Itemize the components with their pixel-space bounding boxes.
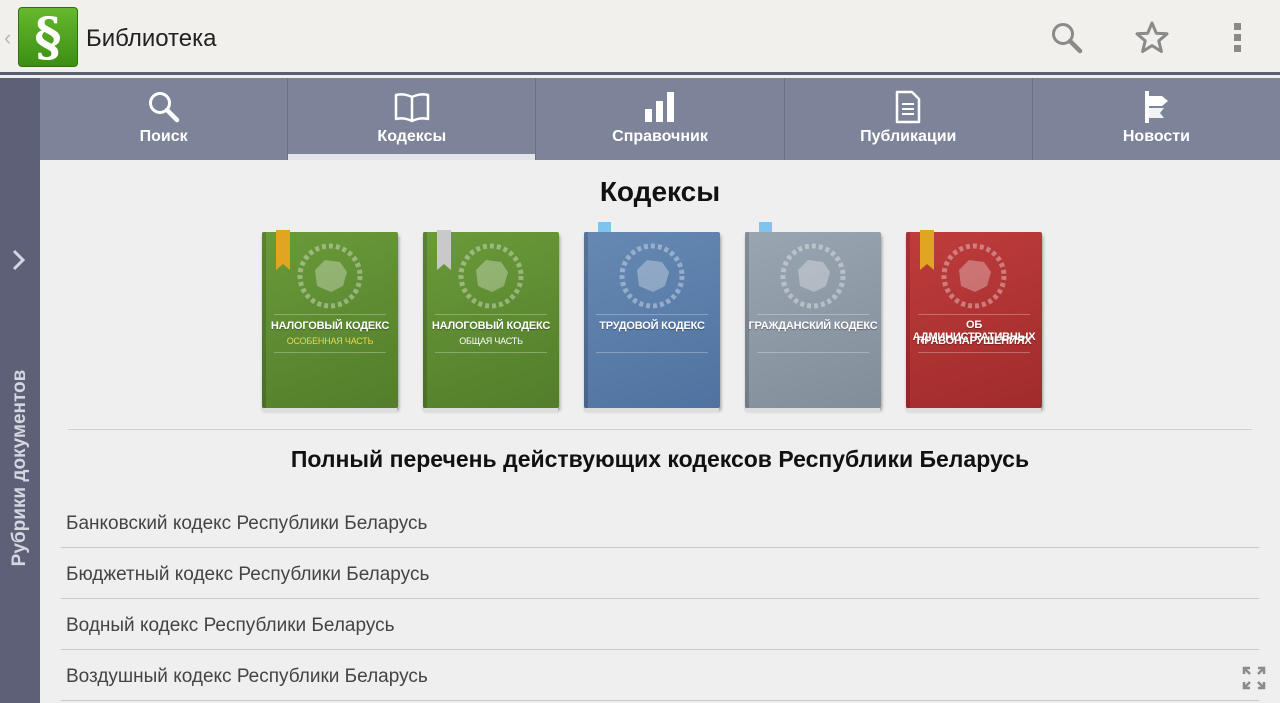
tab-reference[interactable]: Справочник (536, 78, 785, 160)
book-icon (394, 93, 430, 123)
tab-search[interactable]: Поиск (40, 78, 289, 160)
list-item[interactable]: Водный кодекс Республики Беларусь (61, 599, 1259, 650)
book-tax-special[interactable]: НАЛОГОВЫЙ КОДЕКС ОСОБЕННАЯ ЧАСТЬ (262, 230, 398, 412)
app-title: Библиотека (86, 25, 217, 52)
section-title: Кодексы (599, 176, 721, 207)
belarus-emblem-icon (297, 243, 363, 309)
tab-news[interactable]: Новости (1033, 78, 1280, 160)
book-title: ГРАЖДАНСКИЙ КОДЕКС (748, 320, 878, 332)
star-icon (1135, 21, 1169, 53)
side-panel-toggle[interactable]: Рубрики документов (0, 78, 40, 703)
codes-list-title: Полный перечень действующих кодексов Рес… (290, 446, 1030, 472)
search-icon (148, 92, 179, 123)
gold-ribbon-icon (276, 230, 290, 270)
silver-ribbon-icon (437, 230, 451, 270)
gold-ribbon-icon (920, 230, 934, 270)
blue-flag-icon (598, 222, 611, 232)
tab-label: Публикации (860, 128, 957, 145)
list-item[interactable]: Воздушный кодекс Республики Беларусь (61, 650, 1259, 701)
book-title: НАЛОГОВЫЙ КОДЕКС (270, 320, 390, 332)
book-title: НАЛОГОВЫЙ КОДЕКС (431, 320, 551, 332)
book-subtitle: ОСОБЕННАЯ ЧАСТЬ (286, 336, 374, 346)
book-subtitle: ПРАВОНАРУШЕНИЯХ (916, 335, 1032, 347)
tab-label: Кодексы (377, 128, 447, 145)
belarus-emblem-icon (941, 243, 1007, 309)
content-area: Кодексы НАЛОГОВЫЙ КОДЕКС ОСОБЕННАЯ ЧАСТЬ (40, 160, 1280, 703)
side-panel-label: Рубрики документов (9, 369, 30, 567)
app-logo[interactable]: § (18, 7, 78, 68)
blue-flag-icon (759, 222, 772, 232)
fullscreen-icon[interactable] (1242, 666, 1266, 690)
search-icon (1052, 23, 1083, 54)
divider (68, 429, 1252, 430)
signpost-icon (1145, 91, 1169, 123)
tab-label: Новости (1122, 128, 1190, 145)
action-bar: ‹ § Библиотека (0, 0, 1280, 75)
back-chevron-icon[interactable]: ‹ (4, 24, 11, 52)
document-icon (895, 90, 921, 124)
belarus-emblem-icon (619, 243, 685, 309)
tab-codes[interactable]: Кодексы (288, 78, 537, 160)
book-title: ТРУДОВОЙ КОДЕКС (599, 320, 705, 332)
tab-label: Справочник (612, 128, 708, 145)
tab-bar: Поиск Кодексы Справочник Публикации Ново… (40, 78, 1280, 160)
tab-label: Поиск (139, 128, 188, 145)
book-subtitle: ОБЩАЯ ЧАСТЬ (459, 336, 523, 346)
overflow-menu-button[interactable] (1217, 18, 1257, 58)
belarus-emblem-icon (780, 243, 846, 309)
book-civil[interactable]: ГРАЖДАНСКИЙ КОДЕКС (745, 222, 881, 412)
chevron-right-icon (12, 249, 26, 271)
favorites-button[interactable] (1132, 18, 1172, 58)
tab-publications[interactable]: Публикации (785, 78, 1033, 160)
list-item[interactable]: Бюджетный кодекс Республики Беларусь (61, 548, 1259, 599)
search-button[interactable] (1047, 18, 1087, 58)
book-labor[interactable]: ТРУДОВОЙ КОДЕКС (584, 222, 720, 412)
list-item[interactable]: Банковский кодекс Республики Беларусь (61, 497, 1259, 548)
overflow-menu-icon (1234, 23, 1241, 52)
codes-list: Банковский кодекс Республики Беларусь Бю… (61, 497, 1259, 701)
book-administrative[interactable]: ОБ АДМИНИСТРАТИВНЫХ ПРАВОНАРУШЕНИЯХ (906, 230, 1042, 412)
bar-chart-icon (645, 92, 674, 122)
belarus-emblem-icon (458, 243, 524, 309)
book-tax-general[interactable]: НАЛОГОВЫЙ КОДЕКС ОБЩАЯ ЧАСТЬ (423, 230, 559, 412)
featured-books: НАЛОГОВЫЙ КОДЕКС ОСОБЕННАЯ ЧАСТЬ НАЛОГОВ… (262, 222, 1043, 412)
